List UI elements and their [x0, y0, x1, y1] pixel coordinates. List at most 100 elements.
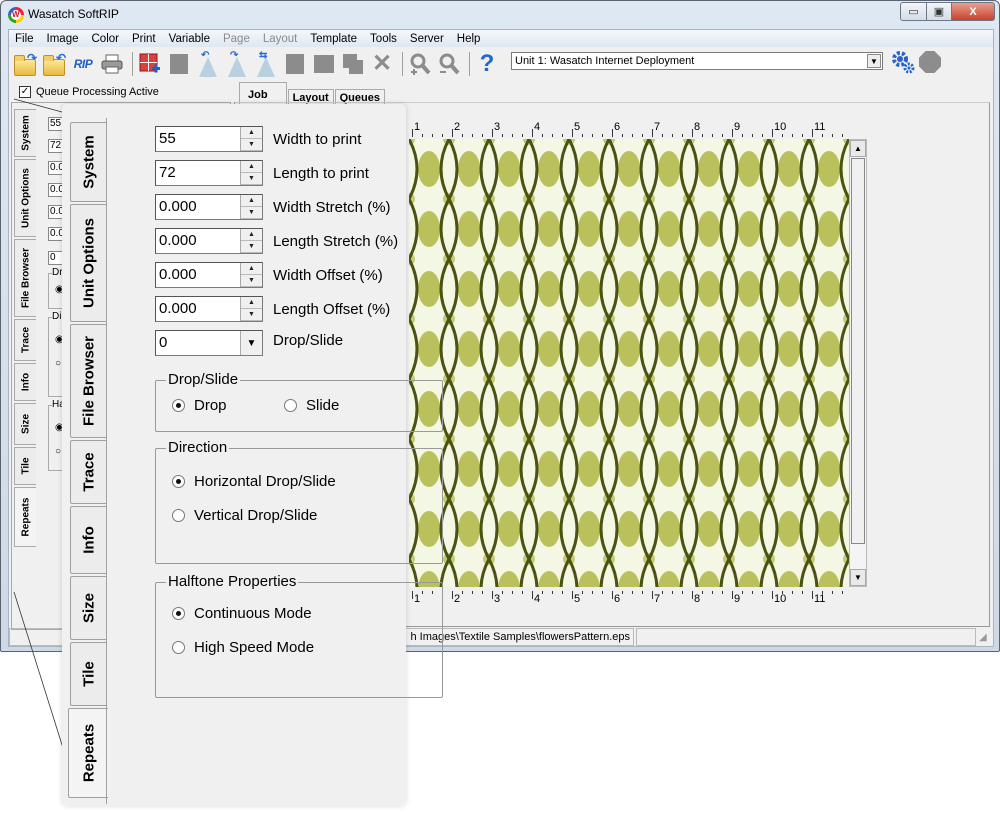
menu-file[interactable]: File: [15, 33, 34, 45]
ruler-minor-tick: [542, 591, 543, 594]
scroll-down-button[interactable]: ▼: [850, 569, 866, 586]
menu-layout[interactable]: Layout: [263, 33, 298, 45]
help-button[interactable]: ?: [474, 50, 500, 77]
chevron-down-icon[interactable]: ▼: [867, 54, 881, 68]
page-button[interactable]: [166, 51, 192, 77]
mini-tab-size[interactable]: Size: [14, 403, 36, 445]
tab-info[interactable]: Info: [70, 506, 106, 574]
open-button[interactable]: ↷: [12, 51, 38, 77]
ruler-minor-tick: [722, 591, 723, 594]
tile-button[interactable]: [311, 51, 337, 77]
chevron-down-icon[interactable]: ▼: [240, 331, 262, 355]
open-recent-button[interactable]: ↶: [41, 51, 67, 77]
pattern-motif: [578, 271, 600, 307]
menu-server[interactable]: Server: [410, 33, 444, 45]
queue-processing-checkbox[interactable]: ✓ Queue Processing Active: [19, 86, 159, 98]
tab-repeats[interactable]: Repeats: [68, 708, 108, 798]
tab-tile[interactable]: Tile: [70, 642, 106, 706]
mini-tab-system[interactable]: System: [14, 109, 36, 157]
spin-up-icon[interactable]: ▲: [241, 195, 262, 207]
spin-down-icon[interactable]: ▼: [241, 309, 262, 321]
print-button[interactable]: [99, 51, 125, 77]
menu-template[interactable]: Template: [310, 33, 357, 45]
vertical-scrollbar[interactable]: ▲ ▼: [849, 139, 867, 587]
scroll-thumb[interactable]: [851, 158, 865, 544]
length-to-print-label: Length to print: [273, 165, 369, 182]
menu-color[interactable]: Color: [92, 33, 119, 45]
rotate-right-button[interactable]: ↷: [224, 50, 250, 77]
radio-drop[interactable]: Drop: [172, 397, 227, 414]
width-offset-spinner[interactable]: 0.000 ▲ ▼: [155, 262, 263, 288]
zoom-in-button[interactable]: [407, 51, 433, 77]
ruler-label: 7: [654, 593, 661, 605]
mini-tab-file-browser[interactable]: File Browser: [14, 239, 36, 317]
spin-up-icon[interactable]: ▲: [241, 229, 262, 241]
radio-unselected-icon: [172, 641, 185, 654]
spin-down-icon[interactable]: ▼: [241, 207, 262, 219]
menu-page[interactable]: Page: [223, 33, 250, 45]
spin-up-icon[interactable]: ▲: [241, 127, 262, 139]
length-to-print-spinner[interactable]: 72 ▲ ▼: [155, 160, 263, 186]
menu-print[interactable]: Print: [132, 33, 156, 45]
zoom-out-button[interactable]: [436, 51, 462, 77]
mini-tab-unit-options[interactable]: Unit Options: [14, 159, 36, 237]
pattern-motif: [538, 211, 560, 247]
ruler-major-tick: [732, 591, 733, 599]
radio-vertical-drop-slide[interactable]: Vertical Drop/Slide: [172, 507, 317, 524]
menu-tools[interactable]: Tools: [370, 33, 397, 45]
tab-unit-options[interactable]: Unit Options: [70, 204, 106, 322]
ruler-minor-tick: [752, 591, 753, 594]
resize-grip-icon[interactable]: ◢: [979, 632, 987, 643]
length-offset-spinner[interactable]: 0.000 ▲ ▼: [155, 296, 263, 322]
crop-button[interactable]: [282, 51, 308, 77]
menu-variable[interactable]: Variable: [169, 33, 210, 45]
spin-down-icon[interactable]: ▼: [241, 139, 262, 151]
spin-down-icon[interactable]: ▼: [241, 173, 262, 185]
settings-gears-icon[interactable]: [891, 50, 915, 74]
length-stretch-spinner[interactable]: 0.000 ▲ ▼: [155, 228, 263, 254]
radio-selected-icon: [172, 607, 185, 620]
delete-button[interactable]: ✕: [369, 51, 395, 77]
width-to-print-spinner[interactable]: 55 ▲ ▼: [155, 126, 263, 152]
pattern-motif: [698, 151, 720, 187]
pattern-motif: [658, 511, 680, 547]
pattern-motif: [698, 271, 720, 307]
spin-down-icon[interactable]: ▼: [241, 275, 262, 287]
scroll-up-button[interactable]: ▲: [850, 140, 866, 157]
radio-continuous-mode[interactable]: Continuous Mode: [172, 605, 312, 622]
width-stretch-spinner[interactable]: 0.000 ▲ ▼: [155, 194, 263, 220]
ruler-minor-tick: [842, 591, 843, 594]
ruler-minor-tick: [582, 591, 583, 594]
mini-tab-trace[interactable]: Trace: [14, 319, 36, 361]
spin-down-icon[interactable]: ▼: [241, 241, 262, 253]
mini-tab-tile[interactable]: Tile: [14, 447, 36, 485]
add-layout-button[interactable]: [137, 51, 163, 77]
maximize-button[interactable]: ▣: [926, 2, 952, 21]
radio-slide[interactable]: Slide: [284, 397, 339, 414]
minimize-button[interactable]: ▭: [900, 2, 927, 21]
close-button[interactable]: X: [951, 2, 995, 21]
mini-tab-info[interactable]: Info: [14, 363, 36, 401]
ruler-minor-tick: [642, 591, 643, 594]
spin-up-icon[interactable]: ▲: [241, 297, 262, 309]
unit-select[interactable]: Unit 1: Wasatch Internet Deployment ▼: [511, 52, 883, 70]
mini-tab-repeats[interactable]: Repeats: [14, 487, 36, 547]
direction-group: Direction Horizontal Drop/Slide Vertical…: [155, 439, 443, 564]
rotate-left-button[interactable]: ↶: [195, 50, 221, 77]
tab-file-browser[interactable]: File Browser: [70, 324, 106, 438]
tab-trace[interactable]: Trace: [70, 440, 106, 504]
flip-button[interactable]: ⇆: [253, 50, 279, 77]
spin-up-icon[interactable]: ▲: [241, 161, 262, 173]
ruler-minor-tick: [592, 134, 593, 137]
spin-up-icon[interactable]: ▲: [241, 263, 262, 275]
menu-image[interactable]: Image: [47, 33, 79, 45]
tab-size[interactable]: Size: [70, 576, 106, 640]
radio-horizontal-drop-slide[interactable]: Horizontal Drop/Slide: [172, 473, 336, 490]
duplicate-button[interactable]: [340, 51, 366, 77]
tab-system[interactable]: System: [70, 122, 106, 202]
menu-help[interactable]: Help: [457, 33, 481, 45]
rip-button[interactable]: RIP: [70, 51, 96, 77]
drop-slide-select[interactable]: 0 ▼: [155, 330, 263, 356]
ruler-major-tick: [532, 591, 533, 599]
radio-high-speed-mode[interactable]: High Speed Mode: [172, 639, 314, 656]
